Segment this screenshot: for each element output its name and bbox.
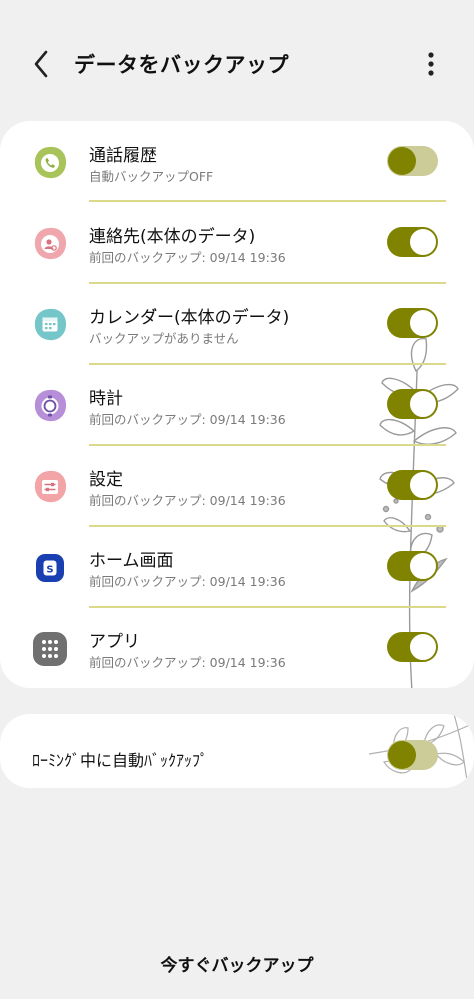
clock-icon bbox=[31, 386, 69, 424]
toggle-home-screen[interactable] bbox=[387, 551, 438, 581]
row-subtitle: 前回のバックアップ: 09/14 19:36 bbox=[89, 574, 286, 589]
toggle-clock[interactable] bbox=[387, 389, 438, 419]
row-subtitle: 前回のバックアップ: 09/14 19:36 bbox=[89, 655, 286, 670]
roaming-backup-row[interactable]: ﾛｰﾐﾝｸﾞ中に自動ﾊﾞｯｸｱｯﾌﾟ bbox=[0, 714, 474, 788]
back-button[interactable] bbox=[26, 46, 56, 82]
row-subtitle: 前回のバックアップ: 09/14 19:36 bbox=[89, 250, 286, 265]
more-options-button[interactable] bbox=[418, 48, 444, 80]
toggle-call-log[interactable] bbox=[387, 146, 438, 176]
backup-row-clock[interactable]: 時計 前回のバックアップ: 09/14 19:36 bbox=[0, 364, 474, 445]
backup-row-calendar[interactable]: カレンダ゙ー(本体のデ゙ータ) バックアップがありません bbox=[0, 283, 474, 364]
settings-icon bbox=[31, 467, 69, 505]
row-subtitle: 前回のバックアップ: 09/14 19:36 bbox=[89, 412, 286, 427]
backup-items-card: 通話履歴 自動バックアップOFF 連絡先(本体のデ゙ータ) 前回のバックアップ:… bbox=[0, 121, 474, 688]
roaming-label: ﾛｰﾐﾝｸﾞ中に自動ﾊﾞｯｸｱｯﾌﾟ bbox=[32, 751, 209, 770]
contacts-icon bbox=[31, 224, 69, 262]
toggle-contacts[interactable] bbox=[387, 227, 438, 257]
toggle-roaming[interactable] bbox=[387, 740, 438, 770]
row-title: ホーム画面 bbox=[89, 551, 174, 571]
calendar-icon bbox=[31, 305, 69, 343]
toggle-calendar[interactable] bbox=[387, 308, 438, 338]
row-title: 通話履歴 bbox=[89, 146, 157, 166]
toggle-settings[interactable] bbox=[387, 470, 438, 500]
row-title: アプリ bbox=[89, 632, 140, 652]
backup-row-apps[interactable]: アプリ 前回のバックアップ: 09/14 19:36 bbox=[0, 607, 474, 688]
row-subtitle: 自動バックアップOFF bbox=[89, 169, 214, 184]
page-title: データをバックアップ bbox=[74, 53, 289, 77]
backup-now-button[interactable]: 今すぐバックアップ bbox=[0, 940, 474, 986]
app-bar: データをバックアップ bbox=[0, 0, 474, 126]
more-vertical-icon bbox=[428, 52, 434, 76]
backup-row-settings[interactable]: 設定 前回のバックアップ: 09/14 19:36 bbox=[0, 445, 474, 526]
row-subtitle: バックアップがありません bbox=[89, 331, 239, 346]
apps-grid-icon bbox=[31, 629, 69, 667]
row-title: カレンダ゙ー(本体のデ゙ータ) bbox=[89, 308, 290, 328]
chevron-left-icon bbox=[34, 50, 48, 78]
row-subtitle: 前回のバックアップ: 09/14 19:36 bbox=[89, 493, 286, 508]
row-title: 連絡先(本体のデ゙ータ) bbox=[89, 227, 256, 247]
backup-row-home-screen[interactable]: S ホーム画面 前回のバックアップ: 09/14 19:36 bbox=[0, 526, 474, 607]
row-title: 設定 bbox=[89, 470, 123, 490]
backup-row-call-log[interactable]: 通話履歴 自動バックアップOFF bbox=[0, 121, 474, 202]
home-screen-icon: S bbox=[31, 548, 69, 586]
row-title: 時計 bbox=[89, 389, 123, 409]
phone-icon bbox=[31, 143, 69, 181]
toggle-apps[interactable] bbox=[387, 632, 438, 662]
backup-row-contacts[interactable]: 連絡先(本体のデ゙ータ) 前回のバックアップ: 09/14 19:36 bbox=[0, 202, 474, 283]
svg-text:S: S bbox=[46, 565, 53, 576]
